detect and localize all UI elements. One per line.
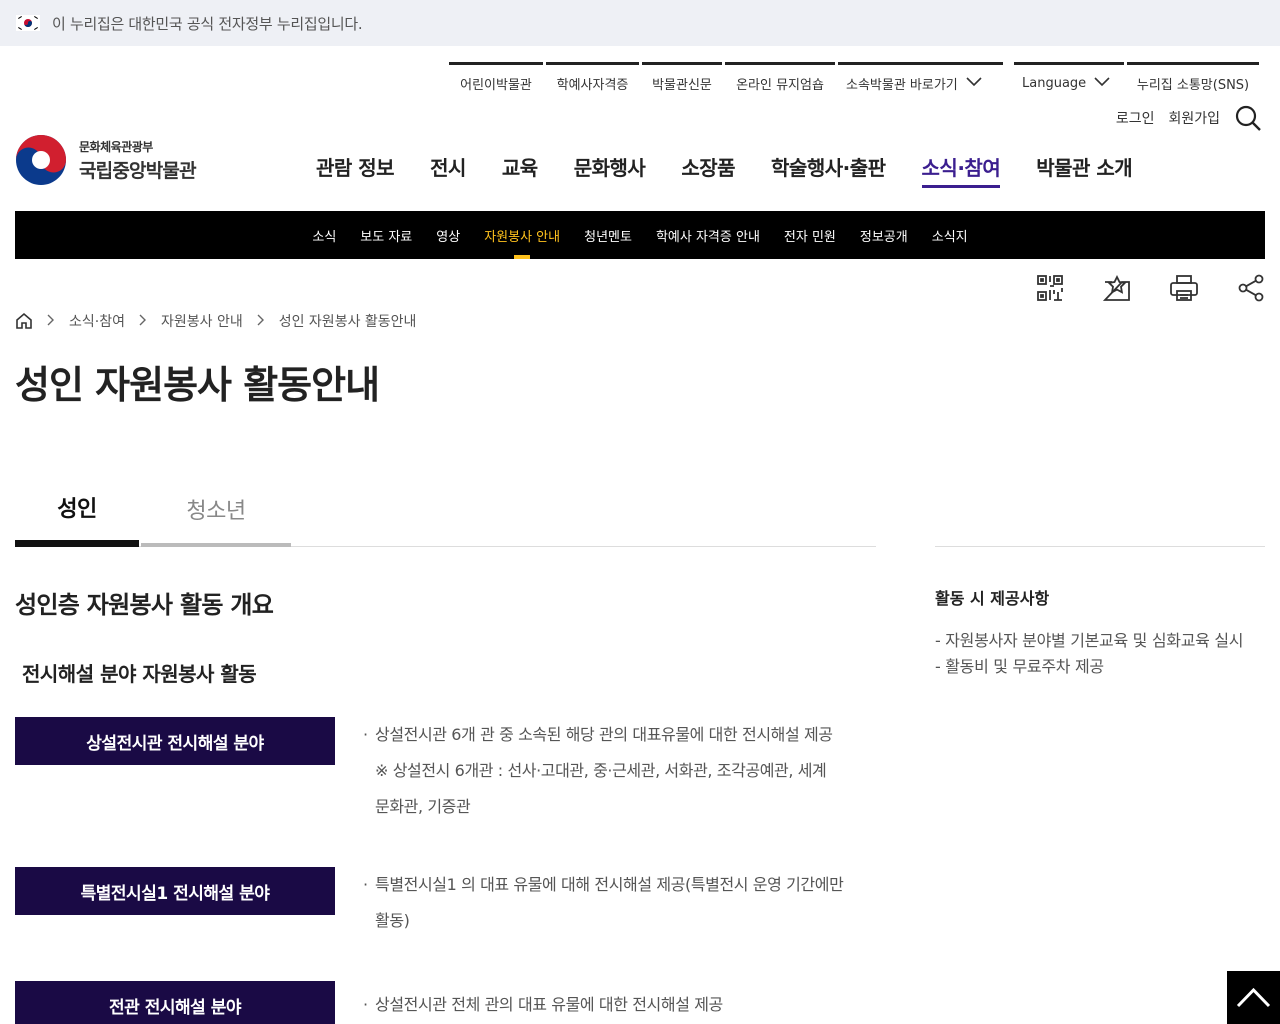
subsection-title: 전시해설 분야 자원봉사 활동 [22,662,257,686]
home-icon[interactable] [15,312,33,330]
sidebar-title: 활동 시 제공사항 [935,589,1050,608]
breadcrumb-volunteer[interactable]: 자원봉사 안내 [161,311,243,331]
logo-ministry: 문화체육관광부 [79,139,153,154]
category-all-halls: 전관 전시해설 분야 [15,981,335,1024]
sub-nav-e-petition[interactable]: 전자 민원 [772,211,848,259]
category-special-desc-line2: 활동) [375,911,410,930]
affiliated-museums-label: 소속박물관 바로가기 [846,78,958,93]
category-permanent-desc-text: 상설전시관 6개 관 중 소속된 해당 관의 대표유물에 대한 전시해설 제공 [375,725,833,744]
category-special-desc: · 특별전시실1 의 대표 유물에 대해 전시해설 제공(특별전시 운영 기간에만… [363,867,878,939]
section-title: 성인층 자원봉사 활동 개요 [15,591,274,619]
qr-code-icon[interactable] [1035,273,1065,303]
sub-nav-newsletter[interactable]: 소식지 [920,211,980,259]
breadcrumb: 소식·참여 자원봉사 안내 성인 자원봉사 활동안내 [15,311,416,331]
sub-nav-youth-mentor[interactable]: 청년멘토 [572,211,644,259]
sidebar-item: - 자원봉사자 분야별 기본교육 및 심화교육 실시 [935,631,1244,650]
category-permanent-exhibition: 상설전시관 전시해설 분야 [15,717,335,765]
share-icon[interactable] [1236,273,1266,303]
utility-links: 어린이박물관 학예사자격증 박물관신문 온라인 뮤지엄숍 소속박물관 바로가기 … [449,62,1262,102]
category-all-halls-desc-text: 상설전시관 전체 관의 대표 유물에 대한 전시해설 제공 [375,995,723,1014]
breadcrumb-news[interactable]: 소식·참여 [69,311,125,331]
tab-youth[interactable]: 청소년 [141,470,291,547]
bookmark-star-icon[interactable] [1102,273,1132,303]
sub-nav-curator-license[interactable]: 학예사 자격증 안내 [644,211,772,259]
sub-nav-disclosure[interactable]: 정보공개 [848,211,920,259]
site-logo[interactable]: 문화체육관광부 국립중앙박물관 [15,134,197,186]
museum-logo-icon [15,134,67,186]
utility-link-newspaper[interactable]: 박물관신문 [642,62,722,102]
main-nav: 관람 정보 전시 교육 문화행사 소장품 학술행사·출판 소식·참여 박물관 소… [298,152,1150,188]
logo-name: 국립중앙박물관 [79,159,197,182]
page-tools [998,273,1266,303]
category-permanent-desc: · 상설전시관 6개 관 중 소속된 해당 관의 대표유물에 대한 전시해설 제공… [363,717,878,825]
chevron-down-icon [966,76,982,91]
main-nav-cultural-events[interactable]: 문화행사 [556,152,664,188]
main-nav-exhibition[interactable]: 전시 [412,152,484,188]
main-nav-about[interactable]: 박물관 소개 [1018,152,1150,188]
sub-nav-volunteer[interactable]: 자원봉사 안내 [472,211,572,259]
print-icon[interactable] [1169,273,1199,303]
audience-tabs: 성인 청소년 [15,470,876,547]
sidebar-list: - 자원봉사자 분야별 기본교육 및 심화교육 실시 - 활동비 및 무료주차 … [935,628,1243,680]
utility-link-curator-license[interactable]: 학예사자격증 [546,62,639,102]
main-nav-academic[interactable]: 학술행사·출판 [753,152,904,188]
gov-banner-text: 이 누리집은 대한민국 공식 전자정부 누리집입니다. [52,14,363,33]
page-title: 성인 자원봉사 활동안내 [15,363,380,407]
main-nav-education[interactable]: 교육 [484,152,556,188]
affiliated-museums-dropdown[interactable]: 소속박물관 바로가기 [838,62,1003,102]
utility-link-sns[interactable]: 누리집 소통망(SNS) [1127,62,1259,102]
category-special-desc-line1: 특별전시실1 의 대표 유물에 대해 전시해설 제공(특별전시 운영 기간에만 [375,875,844,894]
category-permanent-note-1: ※ 상설전시 6개관 : 선사·고대관, 중·근세관, 서화관, 조각공예관, … [375,761,827,780]
breadcrumb-current: 성인 자원봉사 활동안내 [278,314,417,330]
category-permanent-note-2: 문화관, 기증관 [375,797,471,816]
sub-nav-video[interactable]: 영상 [424,211,472,259]
sidebar-item: - 활동비 및 무료주차 제공 [935,657,1104,676]
korea-flag-icon [16,15,40,31]
sub-nav-news[interactable]: 소식 [300,211,348,259]
signup-link[interactable]: 회원가입 [1168,108,1220,128]
category-all-halls-desc: · 상설전시관 전체 관의 대표 유물에 대한 전시해설 제공 [363,995,723,1014]
main-nav-news[interactable]: 소식·참여 [904,152,1019,188]
main-nav-collection[interactable]: 소장품 [663,152,753,188]
chevron-down-icon [1094,76,1110,91]
chevron-up-icon [1227,987,1280,1024]
search-icon[interactable] [1234,104,1262,132]
account-links: 로그인 회원가입 [1116,104,1262,132]
chevron-right-icon [251,314,271,329]
chevron-right-icon [41,314,61,329]
utility-link-museum-shop[interactable]: 온라인 뮤지엄숍 [725,62,835,102]
login-link[interactable]: 로그인 [1116,108,1155,128]
category-special-exhibition: 특별전시실1 전시해설 분야 [15,867,335,915]
gov-banner: 이 누리집은 대한민국 공식 전자정부 누리집입니다. [0,0,1280,46]
scroll-top-button[interactable] [1227,971,1280,1024]
sub-nav: 소식 보도 자료 영상 자원봉사 안내 청년멘토 학예사 자격증 안내 전자 민… [15,211,1265,259]
utility-link-kids-museum[interactable]: 어린이박물관 [449,62,543,102]
tab-adult[interactable]: 성인 [15,470,139,547]
main-nav-visit-info[interactable]: 관람 정보 [298,152,412,188]
sidebar-divider [935,546,1265,547]
language-label: Language [1022,76,1087,91]
sub-nav-press[interactable]: 보도 자료 [348,211,424,259]
chevron-right-icon [133,314,153,329]
language-dropdown[interactable]: Language [1014,62,1124,102]
